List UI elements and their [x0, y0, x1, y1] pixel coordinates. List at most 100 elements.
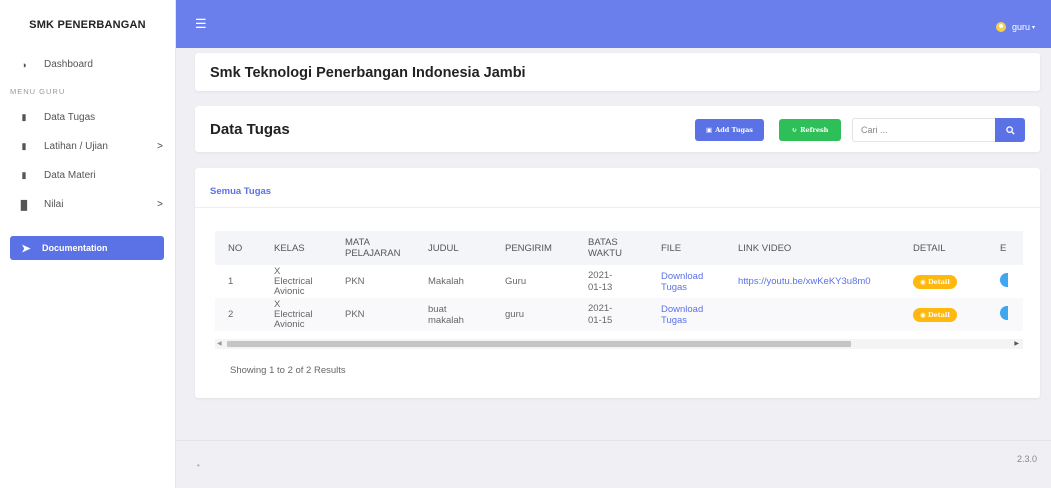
scroll-left-icon[interactable]: ◀: [217, 339, 222, 349]
video-link[interactable]: https://youtu.be/xwKeKY3u8m0: [725, 265, 900, 298]
download-tugas-link[interactable]: Download Tugas: [648, 265, 725, 298]
sidebar-item-latihan-ujian[interactable]: ▮ Latihan / Ujian >: [0, 132, 175, 161]
cell-text-line: Tugas: [661, 281, 688, 293]
cell-kelas: X Electrical Avionic: [261, 298, 332, 331]
header-mata-pelajaran: MATA PELAJARAN: [332, 231, 415, 265]
edit-button[interactable]: [1000, 273, 1008, 287]
user-menu[interactable]: guru ▾: [995, 22, 1035, 32]
cell-text-line: Tugas: [661, 314, 688, 326]
divider: [195, 207, 1040, 208]
book-icon: ▮: [21, 170, 27, 180]
search-input[interactable]: [852, 118, 995, 142]
plus-square-icon: ▣: [706, 126, 713, 134]
chevron-right-icon: >: [157, 141, 163, 152]
chart-icon: █: [20, 199, 28, 210]
cell-mapel: PKN: [345, 309, 365, 320]
brand-title[interactable]: SMK PENERBANGAN: [0, 0, 175, 50]
cell-text-line: buat: [428, 303, 447, 315]
cell-extra: [987, 265, 1023, 298]
documentation-label: Documentation: [42, 243, 108, 253]
cell-judul: Makalah: [428, 276, 464, 287]
cell-text-line: 2021-: [588, 269, 613, 281]
tugas-table: NO KELAS MATA PELAJARAN JUDUL PENGIRIM BA…: [215, 231, 1023, 331]
dashboard-icon: ◑: [21, 59, 27, 70]
header-text-line: PELAJARAN: [345, 248, 401, 259]
tugas-table-card: Semua Tugas NO KELAS MATA PELAJARAN JUDUL…: [195, 168, 1040, 398]
detail-label: Detail: [927, 277, 950, 286]
refresh-icon: ↻: [791, 126, 798, 134]
sidebar-item-nilai[interactable]: █ Nilai >: [0, 190, 175, 219]
sidebar-item-data-tugas[interactable]: ▮ Data Tugas: [0, 103, 175, 132]
horizontal-scrollbar[interactable]: ◀ ▶: [215, 339, 1023, 349]
sidebar: SMK PENERBANGAN ◑ Dashboard MENU GURU ▮ …: [0, 0, 176, 488]
header-file: FILE: [661, 242, 682, 254]
tab-semua-tugas[interactable]: Semua Tugas: [210, 186, 271, 197]
cell-extra: [987, 298, 1023, 331]
cell-detail: ◉ Detail: [900, 265, 987, 298]
header-kelas: KELAS: [274, 242, 305, 254]
sidebar-item-data-materi[interactable]: ▮ Data Materi: [0, 161, 175, 190]
version-label: 2.3.0: [1016, 454, 1037, 464]
sidebar-item-label: Data Materi: [44, 170, 96, 181]
table-row: 1 X Electrical Avionic PKN Makalah Guru 20…: [215, 265, 1023, 298]
cell-text-line: makalah: [428, 314, 464, 326]
header-text-line: BATAS: [588, 237, 618, 248]
cell-text-line: 01-13: [588, 281, 613, 293]
cell-text-line: Avionic: [274, 318, 305, 330]
caret-down-icon: ▾: [1031, 24, 1035, 31]
cell-detail: ◉ Detail: [900, 298, 987, 331]
footer: • 2.3.0: [176, 440, 1051, 488]
table-row: 2 X Electrical Avionic PKN buat makalah gur…: [215, 298, 1023, 331]
detail-label: Detail: [927, 310, 950, 319]
cell-mapel: PKN: [345, 276, 365, 287]
refresh-label: Refresh: [800, 126, 829, 134]
header-no: NO: [228, 242, 243, 254]
page-title: Smk Teknologi Penerbangan Indonesia Jamb…: [210, 65, 526, 81]
hamburger-menu-icon[interactable]: ☰: [195, 17, 207, 30]
video-link[interactable]: [725, 298, 900, 331]
user-avatar-icon: [995, 22, 1006, 32]
user-name: guru: [1011, 22, 1030, 32]
detail-button[interactable]: ◉ Detail: [913, 307, 957, 322]
cell-no: 1: [228, 276, 234, 287]
cell-text-line: Download: [661, 270, 704, 282]
rocket-icon: ➤: [21, 242, 31, 255]
search-button[interactable]: [995, 118, 1025, 142]
cell-batas: 2021- 01-13: [575, 265, 648, 298]
pagination-info: Showing 1 to 2 of 2 Results: [230, 365, 346, 376]
add-tugas-label: Add Tugas: [715, 126, 753, 134]
cell-text-line: Download: [661, 303, 704, 315]
header-extra: E: [1000, 242, 1007, 254]
download-tugas-link[interactable]: Download Tugas: [648, 298, 725, 331]
sidebar-item-label: Dashboard: [44, 59, 93, 70]
sidebar-section-title: MENU GURU: [10, 87, 66, 96]
header-link-video: LINK VIDEO: [738, 242, 792, 254]
table-header-row: NO KELAS MATA PELAJARAN JUDUL PENGIRIM BA…: [215, 231, 1023, 265]
cell-text-line: 01-15: [588, 314, 613, 326]
table-scroll-area[interactable]: NO KELAS MATA PELAJARAN JUDUL PENGIRIM BA…: [215, 231, 1023, 331]
topbar: ☰ guru ▾: [176, 0, 1051, 48]
cell-text-line: 2021-: [588, 302, 613, 314]
add-tugas-button[interactable]: ▣ Add Tugas: [695, 119, 764, 141]
eye-icon: ◉: [920, 277, 928, 286]
sidebar-item-label: Latihan / Ujian: [44, 141, 108, 152]
header-batas-waktu: BATAS WAKTU: [575, 231, 648, 265]
book-icon: ▮: [21, 112, 27, 122]
cell-kelas: X Electrical Avionic: [261, 265, 332, 298]
detail-button[interactable]: ◉ Detail: [913, 274, 957, 289]
header-detail: DETAIL: [913, 242, 946, 254]
edit-button[interactable]: [1000, 306, 1008, 320]
toolbar-card: Data Tugas ▣ Add Tugas ↻ Refresh: [195, 106, 1040, 152]
sidebar-item-label: Data Tugas: [44, 112, 96, 123]
refresh-button[interactable]: ↻ Refresh: [779, 119, 841, 141]
sidebar-item-dashboard[interactable]: ◑ Dashboard: [0, 50, 175, 79]
cell-batas: 2021- 01-15: [575, 298, 648, 331]
section-title: Data Tugas: [210, 121, 290, 138]
documentation-button[interactable]: ➤ Documentation: [10, 236, 164, 260]
scrollbar-thumb[interactable]: [227, 341, 851, 347]
header-judul: JUDUL: [428, 242, 459, 254]
header-text-line: WAKTU: [588, 248, 622, 259]
scroll-right-icon[interactable]: ▶: [1014, 339, 1019, 349]
file-icon: ▮: [21, 141, 27, 151]
chevron-right-icon: >: [157, 199, 163, 210]
